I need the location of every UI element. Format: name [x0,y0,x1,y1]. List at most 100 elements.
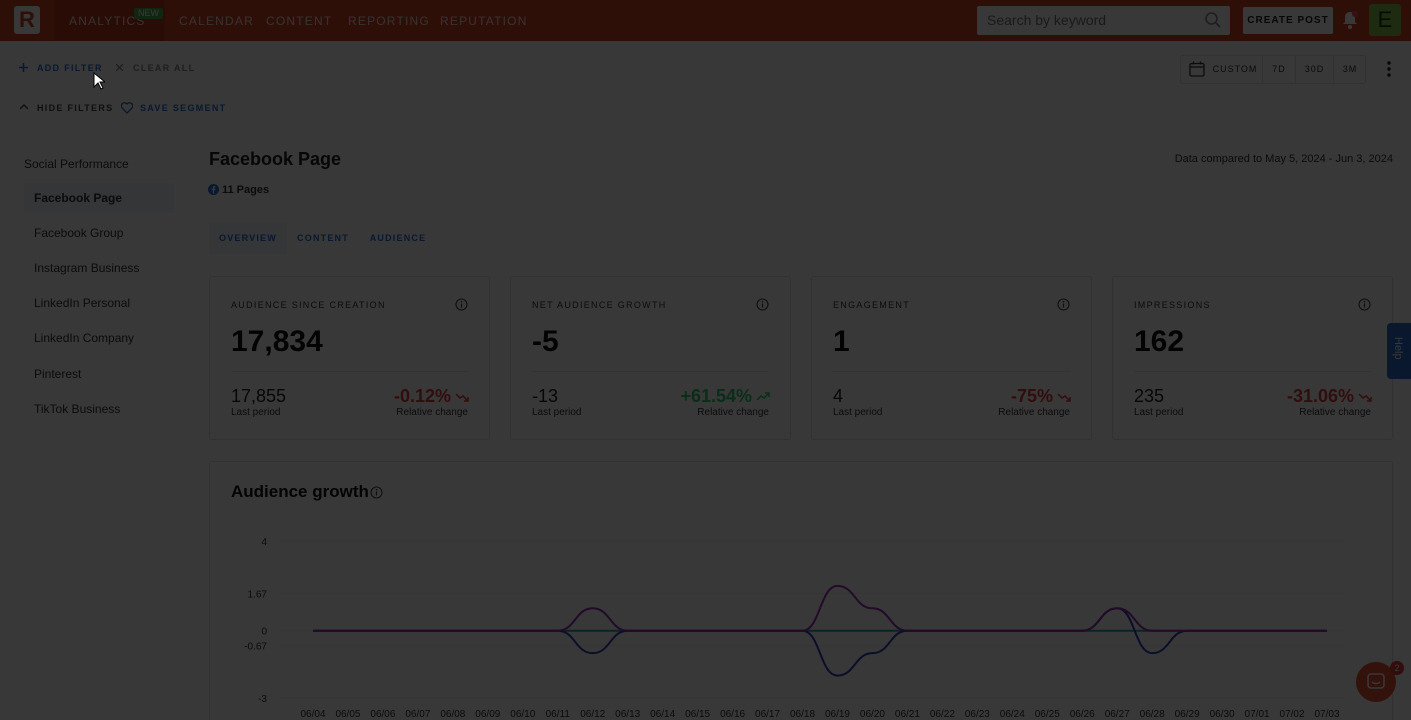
metric-previous-label: Last period [1134,407,1184,418]
x-tick-label: 06/06 [370,709,395,720]
chat-unread-badge: 2 [1390,661,1404,675]
x-tick-label: 06/05 [335,709,360,720]
tab-overview[interactable]: OVERVIEW [209,222,287,254]
x-tick-label: 06/15 [685,709,710,720]
metric-change-label: Relative change [396,407,468,418]
sidebar-item-linkedin-personal[interactable]: LinkedIn Personal [24,288,174,318]
date-custom-button[interactable]: CUSTOM [1209,56,1261,83]
metric-change-label: Relative change [1299,407,1371,418]
metric-value: 17,834 [231,325,323,358]
x-tick-label: 06/07 [405,709,430,720]
x-tick-label: 06/08 [440,709,465,720]
metric-change: -31.06% [1286,386,1354,406]
date-7d-button[interactable]: 7D [1262,56,1295,83]
metric-value: -5 [532,325,559,358]
tab-audience[interactable]: AUDIENCE [367,222,429,254]
sidebar-item-facebook-group[interactable]: Facebook Group [24,218,174,248]
sidebar-item-tiktok-business[interactable]: TikTok Business [24,394,174,424]
x-tick-label: 06/09 [475,709,500,720]
facebook-icon [208,184,219,195]
nav-calendar[interactable]: CALENDAR [179,14,254,28]
search-input[interactable] [987,12,1197,28]
x-tick-label: 06/13 [615,709,640,720]
metric-label: AUDIENCE SINCE CREATION [231,300,386,310]
card-divider [532,371,769,372]
nav-reputation[interactable]: REPUTATION [440,14,528,28]
x-tick-label: 06/25 [1035,709,1060,720]
sidebar-item-instagram-business[interactable]: Instagram Business [24,253,174,283]
tab-content[interactable]: CONTENT [293,222,353,254]
metric-change-label: Relative change [998,407,1070,418]
x-tick-label: 06/27 [1105,709,1130,720]
sidebar-item-pinterest[interactable]: Pinterest [24,359,174,389]
series-line [312,607,1327,677]
trend-down-icon [455,393,469,402]
x-tick-label: 06/19 [825,709,850,720]
chart-title: Audience growth [231,482,369,501]
x-tick-label: 06/16 [720,709,745,720]
info-icon[interactable] [756,298,769,311]
date-30d-button[interactable]: 30D [1295,56,1333,83]
x-tick-label: 06/14 [650,709,675,720]
mouse-cursor-icon [93,72,105,90]
metric-card-engagement: ENGAGEMENT 1 4 Last period -75% Relative… [811,276,1092,440]
x-tick-label: 06/10 [510,709,535,720]
help-tab[interactable]: Help [1387,323,1411,379]
new-badge: NEW [134,8,163,19]
x-tick-label: 07/03 [1314,709,1339,720]
app-logo[interactable]: R [14,6,40,34]
x-tick-label: 06/22 [930,709,955,720]
x-tick-label: 06/20 [860,709,885,720]
card-divider [833,371,1070,372]
comparison-period-text: Data compared to May 5, 2024 - Jun 3, 20… [1174,153,1393,165]
metric-card-impressions: IMPRESSIONS 162 235 Last period -31.06% … [1112,276,1393,440]
info-icon[interactable] [1358,298,1371,311]
audience-growth-chart: 4 1.67 0 -0.67 -3 06/04 06/05 06/06 06/07 06/08 06… [244,537,1344,720]
metric-value: 162 [1134,325,1185,358]
avatar[interactable]: E [1369,4,1401,36]
sidebar-item-linkedin-company[interactable]: LinkedIn Company [24,323,174,353]
bell-icon[interactable] [1341,10,1359,30]
heart-icon [121,102,133,114]
logo-letter: R [19,7,35,32]
create-post-button[interactable]: CREATE POST [1243,7,1333,34]
info-icon[interactable] [455,298,468,311]
metric-change: +61.54% [680,386,752,406]
chat-icon [1367,673,1385,689]
sidebar-heading: Social Performance [24,157,129,171]
card-divider [231,371,468,372]
metric-change: -0.12% [393,386,451,406]
x-tick-label: 07/02 [1280,709,1305,720]
hide-filters-button[interactable]: HIDE FILTERS [37,103,113,114]
info-icon[interactable] [370,486,383,499]
x-tick-label: 06/23 [965,709,990,720]
search-icon[interactable] [1204,11,1222,29]
plus-icon [19,63,28,72]
trend-down-icon [1057,393,1071,402]
date-3m-button[interactable]: 3M [1333,56,1366,83]
close-icon [116,64,123,71]
y-tick-label: 4 [261,537,267,548]
top-nav-bar: R ANALYTICS NEW CALENDAR CONTENT REPORTI… [0,0,1411,41]
help-label: Help [1392,337,1404,360]
y-tick-label: 1.67 [248,589,268,600]
metric-label: NET AUDIENCE GROWTH [532,300,667,310]
metric-change: -75% [1010,386,1053,406]
audience-growth-chart-card: 4 1.67 0 -0.67 -3 06/04 06/05 06/06 06/07 06/08 06… [209,461,1393,720]
info-icon[interactable] [1057,298,1070,311]
sidebar-item-facebook-page[interactable]: Facebook Page [24,183,174,213]
calendar-icon [1189,61,1205,77]
more-options-icon[interactable] [1383,60,1395,78]
page-title: Facebook Page [209,149,342,169]
pages-count[interactable]: 11 Pages [222,183,269,197]
metric-previous-label: Last period [231,407,281,418]
nav-content[interactable]: CONTENT [266,14,332,28]
trend-up-icon [756,392,770,401]
x-tick-label: 06/28 [1140,709,1165,720]
x-tick-label: 06/18 [790,709,815,720]
nav-reporting[interactable]: REPORTING [348,14,430,28]
metric-value: 1 [833,325,850,358]
save-segment-button[interactable]: SAVE SEGMENT [140,103,226,114]
clear-all-button[interactable]: CLEAR ALL [133,63,195,74]
card-divider [1134,371,1371,372]
